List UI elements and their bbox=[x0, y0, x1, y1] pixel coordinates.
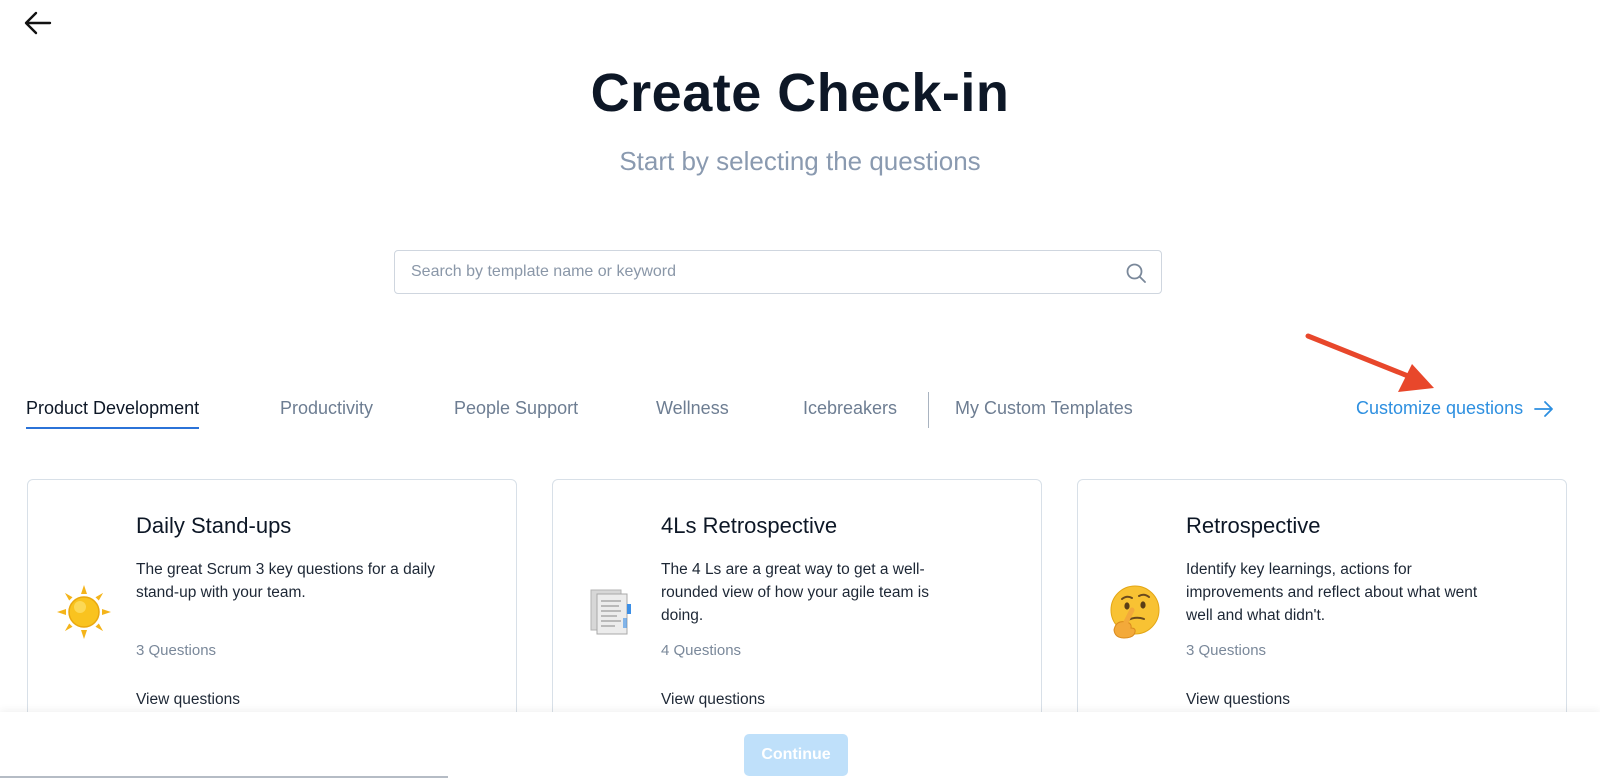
card-title: Retrospective bbox=[1186, 513, 1321, 538]
card-title: Daily Stand-ups bbox=[136, 513, 292, 538]
tab-productivity[interactable]: Productivity bbox=[280, 398, 373, 427]
card-question-count: 4 Questions bbox=[661, 642, 742, 659]
template-card-retrospective[interactable]: Retrospective Identify key learnings, ac… bbox=[1077, 479, 1567, 739]
annotation-arrow-icon bbox=[1305, 333, 1434, 392]
footer-bar: Continue bbox=[0, 712, 1600, 778]
view-questions-link[interactable]: View questions bbox=[136, 691, 240, 709]
tab-product-development[interactable]: Product Development bbox=[26, 398, 200, 429]
card-title: 4Ls Retrospective bbox=[661, 513, 838, 538]
view-questions-link[interactable]: View questions bbox=[661, 691, 765, 709]
card-description: The great Scrum 3 key questions for a da… bbox=[136, 561, 435, 601]
page-subtitle: Start by selecting the questions bbox=[619, 146, 981, 176]
template-card-daily-standups[interactable]: Daily Stand-ups The great Scrum 3 key qu… bbox=[27, 479, 517, 739]
search-box bbox=[394, 250, 1162, 294]
document-icon bbox=[590, 589, 631, 635]
search-icon[interactable] bbox=[1125, 262, 1147, 284]
tab-wellness[interactable]: Wellness bbox=[656, 398, 729, 427]
card-question-count: 3 Questions bbox=[136, 642, 217, 659]
back-arrow-icon[interactable] bbox=[22, 8, 54, 38]
continue-button[interactable]: Continue bbox=[744, 734, 848, 776]
thinking-face-icon bbox=[1110, 585, 1160, 639]
search-input[interactable] bbox=[411, 251, 1111, 293]
tab-divider bbox=[928, 392, 929, 428]
tab-icebreakers[interactable]: Icebreakers bbox=[803, 398, 897, 427]
sun-icon bbox=[57, 585, 111, 639]
customize-questions-label: Customize questions bbox=[1356, 398, 1524, 418]
card-description: Identify key learnings, actions for impr… bbox=[1186, 561, 1478, 624]
template-card-4ls-retrospective[interactable]: 4Ls Retrospective The 4 Ls are a great w… bbox=[552, 479, 1042, 739]
customize-questions-link[interactable]: Customize questions bbox=[1356, 398, 1555, 419]
tab-people-support[interactable]: People Support bbox=[454, 398, 578, 427]
card-question-count: 3 Questions bbox=[1186, 642, 1267, 659]
page-title: Create Check-in bbox=[590, 63, 1010, 123]
arrow-right-icon bbox=[1534, 400, 1553, 417]
tab-my-custom-templates[interactable]: My Custom Templates bbox=[955, 398, 1133, 427]
view-questions-link[interactable]: View questions bbox=[1186, 691, 1290, 709]
card-description: The 4 Ls are a great way to get a well-r… bbox=[661, 561, 929, 624]
